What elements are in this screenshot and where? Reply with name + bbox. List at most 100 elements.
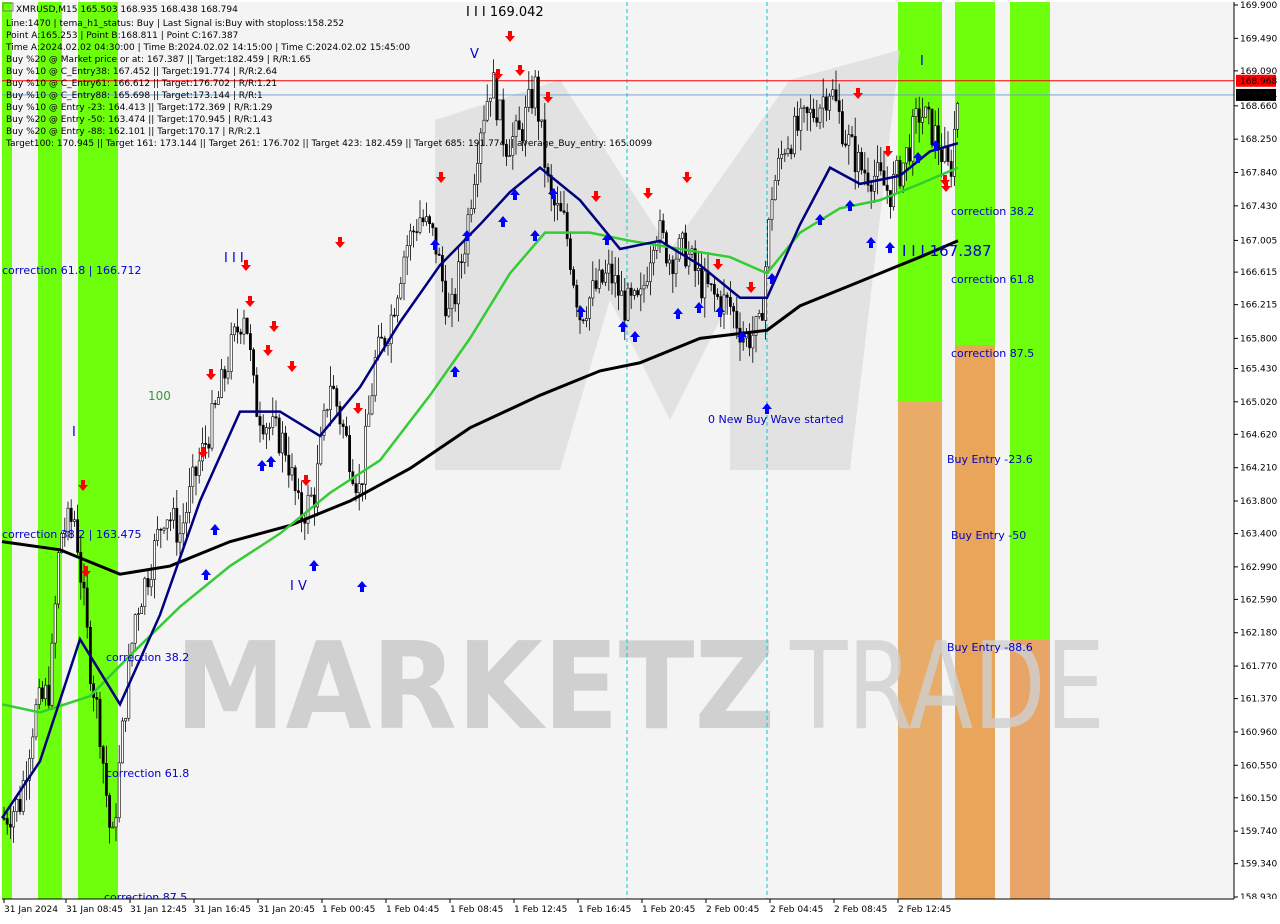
- annotation-wave: I I I 169.042: [466, 5, 544, 20]
- x-tick-label: 2 Feb 08:45: [834, 905, 887, 915]
- annotation-level: Buy Entry -23.6: [947, 453, 1033, 466]
- candle-body: [584, 318, 588, 321]
- candle-body: [341, 423, 345, 427]
- x-tick-label: 2 Feb 00:45: [706, 905, 759, 915]
- y-tick-label: 163.400: [1240, 530, 1277, 540]
- annotation-wave: I I I: [224, 251, 244, 266]
- candle-body: [287, 454, 291, 476]
- candle-body: [15, 799, 19, 812]
- candle-body: [421, 217, 425, 223]
- candle-body: [188, 486, 192, 513]
- candle-body: [143, 578, 147, 607]
- candle-body: [325, 409, 329, 411]
- y-tick-label: 166.215: [1240, 301, 1277, 311]
- candle-body: [242, 317, 246, 335]
- candle-body: [290, 467, 294, 476]
- annotation-level: correction 61.8: [951, 273, 1034, 286]
- candle-body: [207, 443, 211, 449]
- x-tick-label: 31 Jan 20:45: [258, 905, 315, 915]
- candle-body: [156, 528, 160, 541]
- candle-body: [50, 642, 54, 706]
- annotation-level: correction 38.2: [106, 651, 189, 664]
- candle-body: [680, 232, 684, 239]
- x-tick-label: 2 Feb 12:45: [898, 905, 951, 915]
- candle-body: [671, 259, 675, 275]
- candle-body: [725, 294, 729, 298]
- info-line-8: Buy %20 @ Entry -50: 163.474 || Target:1…: [6, 115, 272, 125]
- candle-body: [392, 314, 396, 317]
- candle-body: [767, 219, 771, 268]
- annotation-label: 0 New Buy Wave started: [708, 413, 844, 426]
- candle-body: [344, 426, 348, 436]
- candle-body: [249, 333, 252, 351]
- candle-body: [124, 718, 128, 722]
- candle-body: [146, 578, 150, 588]
- info-line-5: Buy %10 @ C_Entry61: 166.612 || Target:1…: [6, 79, 277, 89]
- candle-body: [223, 369, 227, 379]
- candle-body: [482, 119, 486, 134]
- candle-body: [44, 684, 48, 699]
- candle-body: [674, 258, 678, 275]
- candle-body: [415, 231, 419, 233]
- candle-body: [271, 416, 275, 428]
- candle-body: [642, 284, 646, 290]
- y-tick-label: 161.370: [1240, 695, 1277, 705]
- candle-body: [284, 432, 288, 456]
- candle-body: [559, 203, 563, 212]
- candle-body: [860, 152, 864, 171]
- candle-body: [82, 581, 86, 589]
- price-tag-label-0: 168.968: [1240, 77, 1277, 87]
- x-tick-label: 1 Feb 20:45: [642, 905, 695, 915]
- info-line-2: Time A:2024.02.02 04:30:00 | Time B:2024…: [5, 43, 410, 53]
- candle-body: [898, 160, 902, 187]
- candle-body: [204, 443, 208, 445]
- candle-body: [636, 290, 640, 296]
- candle-body: [264, 427, 268, 435]
- annotation-wave: I V: [290, 579, 307, 594]
- candle-body: [888, 190, 892, 208]
- candle-body: [412, 230, 416, 233]
- y-tick-label: 167.840: [1240, 169, 1277, 179]
- candle-body: [258, 416, 262, 426]
- candle-body: [408, 230, 412, 246]
- y-tick-label: 162.990: [1240, 563, 1277, 573]
- candle-body: [492, 72, 496, 99]
- candle-body: [56, 552, 60, 605]
- x-tick-label: 1 Feb 00:45: [322, 905, 375, 915]
- annotation-wave: I: [920, 54, 924, 69]
- candle-body: [476, 163, 480, 185]
- y-tick-label: 161.770: [1240, 662, 1277, 672]
- price-tag-label-1: 168.794: [1240, 91, 1277, 101]
- candle-body: [607, 263, 611, 274]
- y-tick-label: 160.550: [1240, 761, 1277, 771]
- candle-body: [332, 385, 336, 389]
- candle-body: [530, 89, 534, 109]
- candle-body: [255, 374, 259, 417]
- candle-body: [805, 107, 809, 114]
- candle-body: [613, 275, 617, 284]
- annotation-level: Buy Entry -50: [951, 529, 1026, 542]
- candle-body: [844, 143, 848, 146]
- candle-body: [863, 169, 867, 174]
- candle-body: [757, 313, 761, 317]
- candle-body: [101, 746, 105, 764]
- candle-body: [632, 290, 636, 296]
- candle-body: [770, 199, 774, 220]
- candle-body: [856, 152, 860, 173]
- candle-body: [716, 293, 720, 297]
- candle-body: [837, 100, 841, 112]
- candle-body: [261, 424, 265, 435]
- candle-body: [808, 108, 812, 114]
- y-tick-label: 165.430: [1240, 364, 1277, 374]
- y-tick-label: 165.800: [1240, 334, 1277, 344]
- candle-body: [437, 253, 441, 256]
- candle-body: [360, 483, 364, 485]
- candle-body: [9, 823, 12, 828]
- candle-body: [620, 290, 624, 296]
- x-tick-label: 31 Jan 16:45: [194, 905, 251, 915]
- info-line-6: Buy %10 @ C_Entry88: 165.698 || Target:1…: [6, 91, 263, 101]
- candle-body: [920, 116, 924, 123]
- candle-body: [927, 106, 931, 110]
- price-chart: MARKETZ TRADE I I I 169.042 V I I I I I V I I I …: [0, 0, 1280, 920]
- candle-body: [824, 96, 828, 111]
